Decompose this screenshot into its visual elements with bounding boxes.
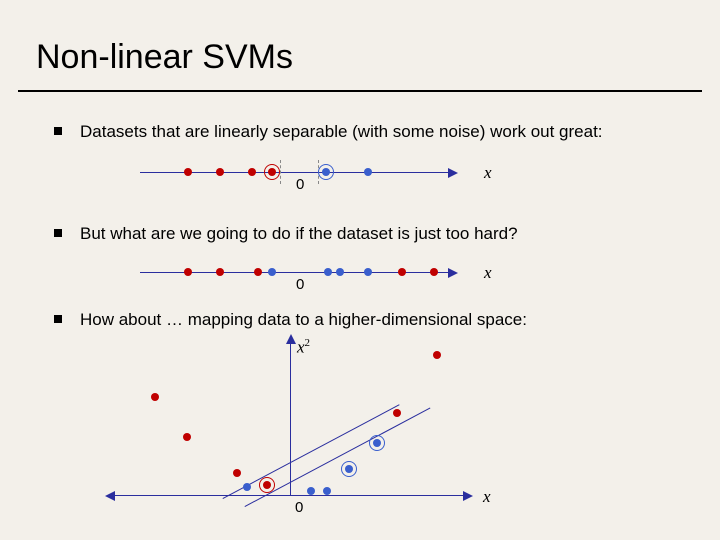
bullet-1: Datasets that are linearly separable (wi… bbox=[54, 122, 674, 142]
bullet-square-icon bbox=[54, 315, 62, 323]
data-point bbox=[184, 168, 192, 176]
data-point bbox=[243, 483, 251, 491]
figure-separable-1d: 0 x bbox=[140, 158, 500, 198]
bullet-square-icon bbox=[54, 127, 62, 135]
data-point bbox=[433, 351, 441, 359]
data-point bbox=[151, 393, 159, 401]
support-vector-ring bbox=[369, 435, 385, 451]
support-vector-ring bbox=[259, 477, 275, 493]
data-point bbox=[216, 268, 224, 276]
axis-label-x2-sup: 2 bbox=[305, 337, 311, 349]
data-point bbox=[268, 268, 276, 276]
data-point bbox=[364, 168, 372, 176]
data-point bbox=[430, 268, 438, 276]
arrow-right-icon bbox=[463, 491, 473, 501]
data-point bbox=[324, 268, 332, 276]
bullet-3: How about … mapping data to a higher-dim… bbox=[54, 310, 674, 330]
arrow-left-icon bbox=[105, 491, 115, 501]
axis-label-x2: x2 bbox=[297, 337, 310, 358]
data-point bbox=[336, 268, 344, 276]
slide-title: Non-linear SVMs bbox=[36, 38, 293, 77]
arrow-right-icon bbox=[448, 268, 458, 278]
margin-line bbox=[280, 160, 281, 184]
bullet-3-text: How about … mapping data to a higher-dim… bbox=[80, 310, 527, 330]
bullet-2-text: But what are we going to do if the datas… bbox=[80, 224, 518, 244]
data-point bbox=[398, 268, 406, 276]
slide: Non-linear SVMs Datasets that are linear… bbox=[0, 0, 720, 540]
tick-zero: 0 bbox=[296, 276, 304, 293]
data-point bbox=[233, 469, 241, 477]
support-vector-ring bbox=[318, 164, 334, 180]
data-point bbox=[216, 168, 224, 176]
bullet-square-icon bbox=[54, 229, 62, 237]
support-vector-ring bbox=[341, 461, 357, 477]
axis-label-x: x bbox=[484, 163, 492, 183]
tick-zero: 0 bbox=[296, 176, 304, 193]
data-point bbox=[254, 268, 262, 276]
axis-label-x: x bbox=[483, 487, 491, 507]
title-divider bbox=[18, 90, 702, 92]
arrow-right-icon bbox=[448, 168, 458, 178]
arrow-up-icon bbox=[286, 334, 296, 344]
data-point bbox=[183, 433, 191, 441]
data-point bbox=[248, 168, 256, 176]
figure-nonseparable-1d: 0 x bbox=[140, 258, 500, 298]
data-point bbox=[393, 409, 401, 417]
figure-2d-map: 0 x x2 bbox=[115, 335, 515, 520]
data-point bbox=[364, 268, 372, 276]
x-axis bbox=[115, 495, 465, 496]
axis-label-x: x bbox=[484, 263, 492, 283]
y-axis bbox=[290, 343, 291, 495]
data-point bbox=[307, 487, 315, 495]
support-vector-ring bbox=[264, 164, 280, 180]
data-point bbox=[323, 487, 331, 495]
bullet-2: But what are we going to do if the datas… bbox=[54, 224, 674, 244]
tick-zero: 0 bbox=[295, 499, 303, 516]
axis-label-x2-base: x bbox=[297, 338, 305, 357]
separator-line bbox=[245, 408, 431, 507]
data-point bbox=[184, 268, 192, 276]
bullet-1-text: Datasets that are linearly separable (wi… bbox=[80, 122, 603, 142]
